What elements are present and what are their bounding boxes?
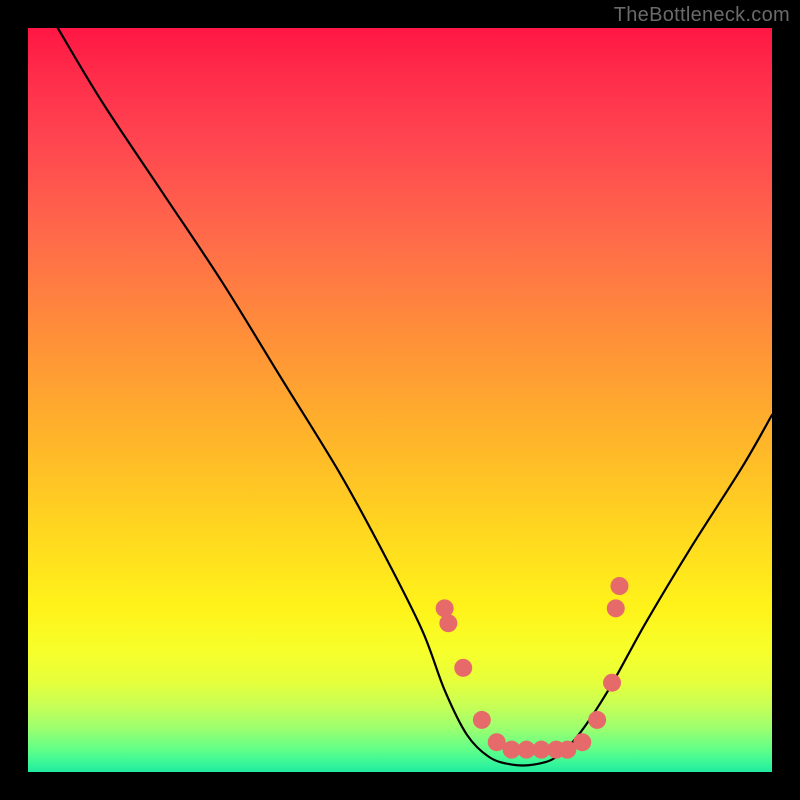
bottleneck-chart-svg <box>28 28 772 772</box>
watermark-text: TheBottleneck.com <box>614 4 790 27</box>
curve-marker-dot <box>588 711 606 729</box>
curve-marker-dot <box>439 614 457 632</box>
curve-marker-dot <box>473 711 491 729</box>
curve-marker-dot <box>573 733 591 751</box>
chart-frame: TheBottleneck.com <box>0 0 800 800</box>
plot-area <box>28 28 772 772</box>
curve-marker-dot <box>610 577 628 595</box>
curve-marker-dot <box>454 659 472 677</box>
curve-marker-dot <box>603 674 621 692</box>
bottleneck-curve <box>58 28 772 765</box>
curve-marker-dot <box>607 599 625 617</box>
